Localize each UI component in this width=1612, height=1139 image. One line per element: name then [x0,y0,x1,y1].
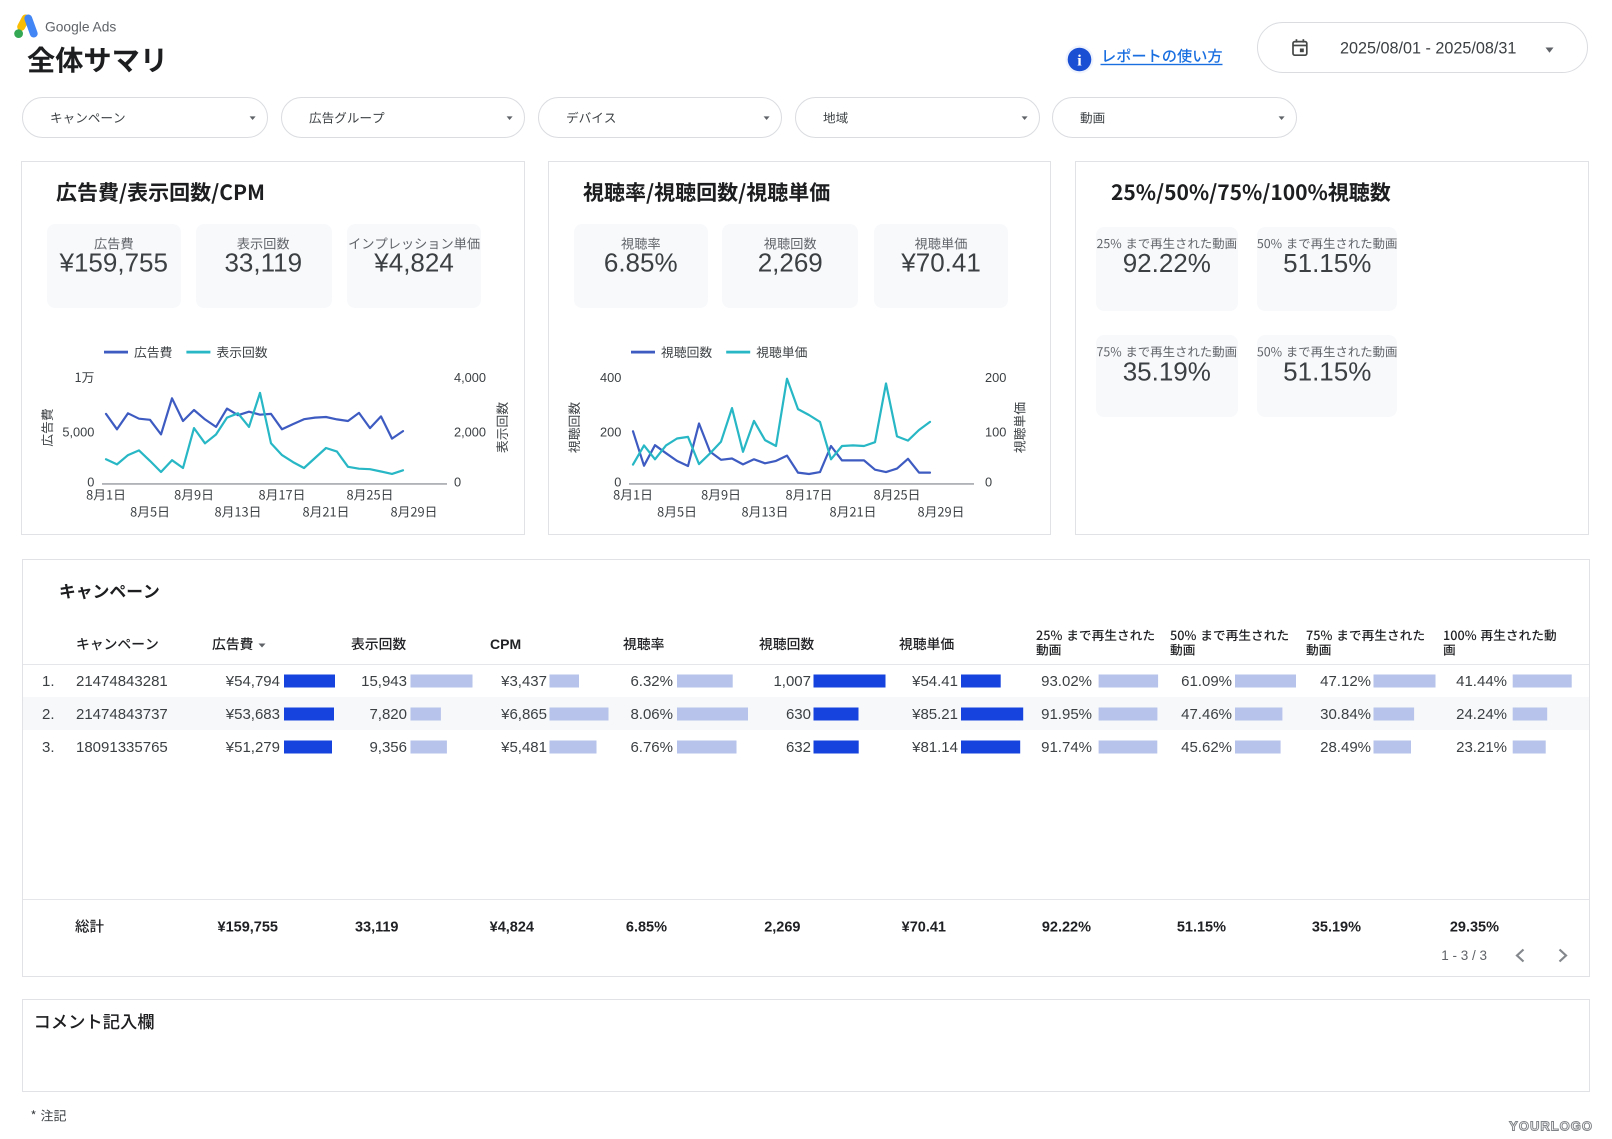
svg-text:2.: 2. [42,706,55,723]
svg-text:¥4,824: ¥4,824 [373,248,454,278]
svg-text:632: 632 [786,739,811,756]
svg-text:18091335765: 18091335765 [76,739,168,756]
svg-text:15,943: 15,943 [361,673,407,690]
svg-text:¥5,481: ¥5,481 [500,739,547,756]
svg-text:92.22%: 92.22% [1042,920,1091,936]
svg-text:100: 100 [985,425,1006,440]
svg-text:9,356: 9,356 [369,739,407,756]
svg-text:93.02%: 93.02% [1041,673,1092,690]
svg-text:21474843737: 21474843737 [76,706,168,723]
svg-text:¥6,865: ¥6,865 [500,706,547,723]
svg-text:21474843281: 21474843281 [76,673,168,690]
svg-text:2,269: 2,269 [764,920,800,936]
svg-text:i: i [1077,52,1082,69]
svg-text:4,000: 4,000 [454,370,486,385]
svg-text:¥51,279: ¥51,279 [225,739,280,756]
svg-text:6.76%: 6.76% [630,739,673,756]
svg-text:0: 0 [454,475,461,490]
svg-text:51.15%: 51.15% [1283,248,1371,278]
svg-text:33,119: 33,119 [355,920,399,936]
svg-text:¥53,683: ¥53,683 [225,706,280,723]
svg-text:51.15%: 51.15% [1283,356,1371,386]
svg-text:1,007: 1,007 [773,673,811,690]
svg-text:400: 400 [600,370,621,385]
svg-text:¥54,794: ¥54,794 [225,673,280,690]
svg-text:8.06%: 8.06% [630,706,673,723]
svg-text:YOURLOGO: YOURLOGO [1509,1119,1593,1134]
svg-text:6.32%: 6.32% [630,673,673,690]
svg-text:0: 0 [87,475,94,490]
svg-text:2025/08/01 - 2025/08/31: 2025/08/01 - 2025/08/31 [1340,40,1516,58]
svg-text:Google Ads: Google Ads [45,20,116,35]
svg-text:91.95%: 91.95% [1041,706,1092,723]
svg-text:200: 200 [600,425,621,440]
svg-text:¥54.41: ¥54.41 [911,673,958,690]
svg-text:¥159,755: ¥159,755 [59,248,168,278]
svg-text:45.62%: 45.62% [1181,739,1232,756]
svg-text:35.19%: 35.19% [1123,356,1211,386]
svg-text:24.24%: 24.24% [1456,706,1507,723]
svg-text:51.15%: 51.15% [1177,920,1226,936]
svg-text:0: 0 [614,475,621,490]
svg-text:3.: 3. [42,739,55,756]
svg-text:6.85%: 6.85% [626,920,667,936]
svg-text:¥70.41: ¥70.41 [902,920,946,936]
svg-text:5,000: 5,000 [62,425,94,440]
svg-text:¥4,824: ¥4,824 [490,920,534,936]
svg-text:41.44%: 41.44% [1456,673,1507,690]
svg-text:29.35%: 29.35% [1450,920,1499,936]
svg-text:¥81.14: ¥81.14 [911,739,958,756]
svg-text:23.21%: 23.21% [1456,739,1507,756]
svg-text:47.46%: 47.46% [1181,706,1232,723]
svg-text:35.19%: 35.19% [1312,920,1361,936]
svg-text:6.85%: 6.85% [604,248,678,278]
svg-text:630: 630 [786,706,811,723]
svg-text:1.: 1. [42,673,55,690]
svg-text:7,820: 7,820 [369,706,407,723]
svg-text:1 - 3 / 3: 1 - 3 / 3 [1441,948,1487,963]
svg-text:92.22%: 92.22% [1123,248,1211,278]
svg-text:91.74%: 91.74% [1041,739,1092,756]
svg-text:30.84%: 30.84% [1320,706,1371,723]
svg-text:47.12%: 47.12% [1320,673,1371,690]
svg-text:200: 200 [985,370,1006,385]
svg-text:¥85.21: ¥85.21 [911,706,958,723]
svg-text:¥159,755: ¥159,755 [218,920,278,936]
svg-text:¥3,437: ¥3,437 [500,673,547,690]
svg-text:¥70.41: ¥70.41 [900,248,981,278]
svg-text:28.49%: 28.49% [1320,739,1371,756]
svg-text:CPM: CPM [490,636,521,652]
svg-text:0: 0 [985,475,992,490]
svg-text:61.09%: 61.09% [1181,673,1232,690]
svg-text:2,000: 2,000 [454,425,486,440]
svg-text:2,269: 2,269 [758,248,823,278]
svg-text:33,119: 33,119 [224,248,302,278]
